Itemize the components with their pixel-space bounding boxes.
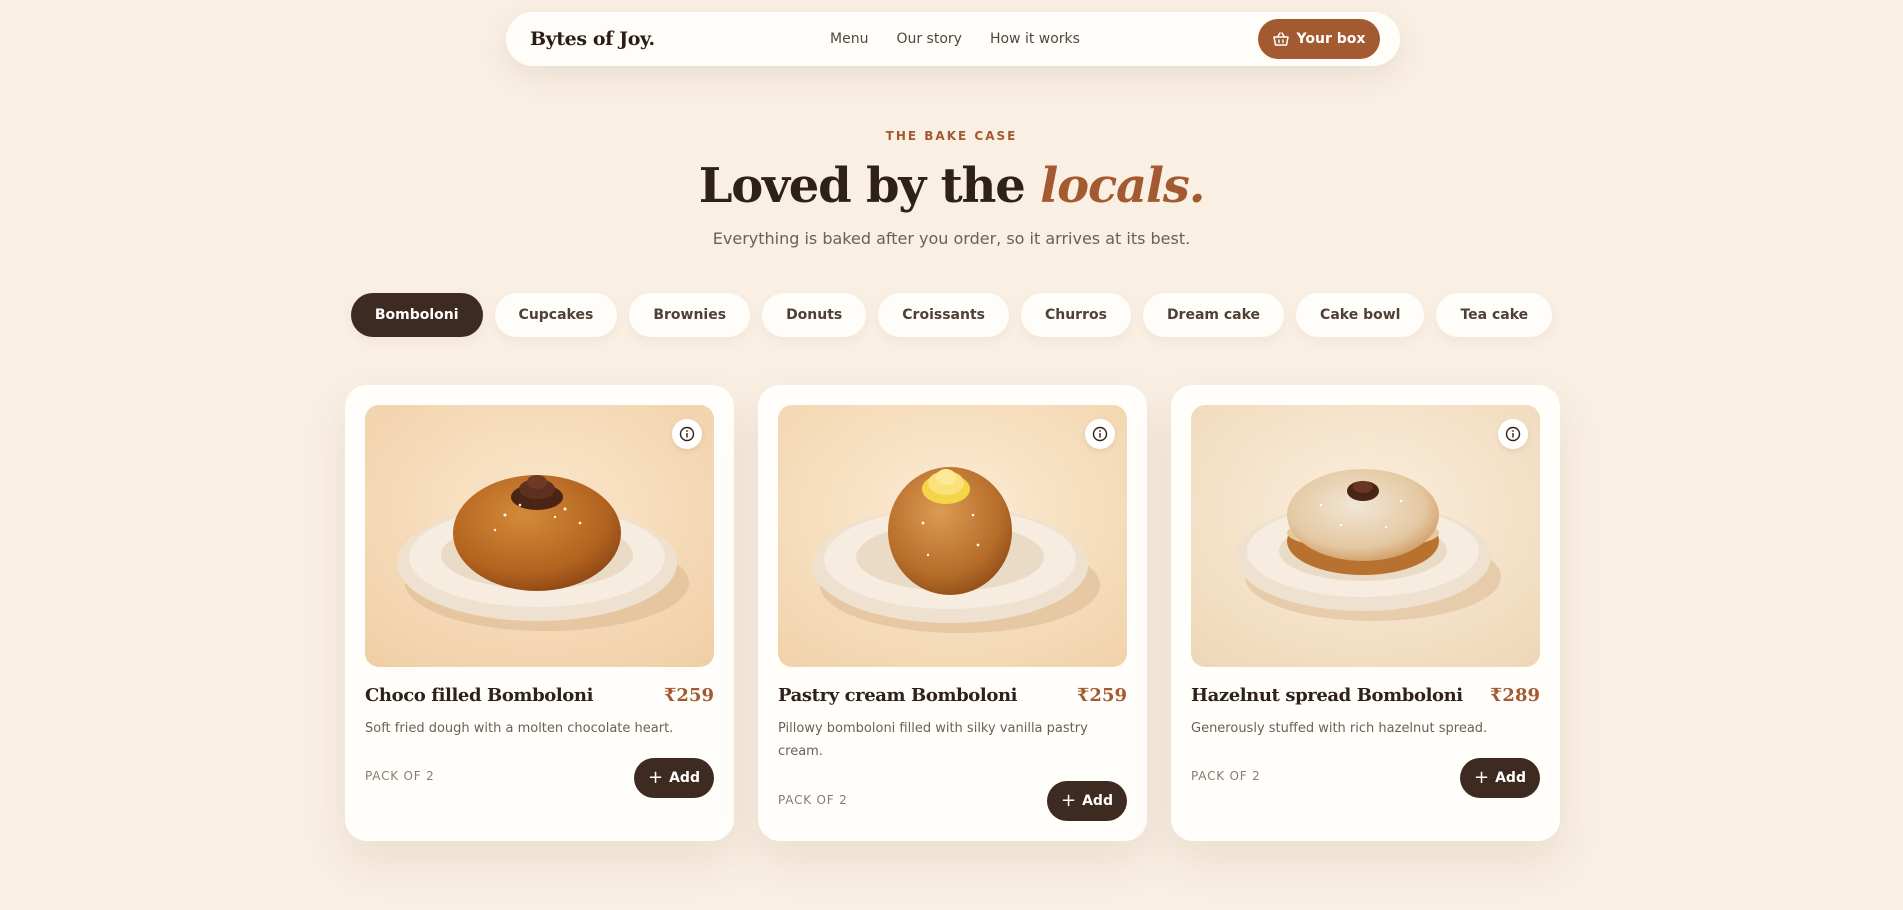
product-price: ₹259 [663, 685, 714, 706]
page-subtitle: Everything is baked after you order, so … [712, 229, 1191, 248]
plus-icon: + [1061, 790, 1077, 811]
product-title: Choco filled Bomboloni [365, 685, 594, 706]
page-title: Loved by the locals. [0, 154, 1903, 218]
info-button[interactable] [1085, 419, 1115, 449]
add-button-label: Add [1495, 770, 1526, 786]
basket-icon [1272, 32, 1289, 46]
product-card[interactable]: Pastry cream Bomboloni ₹259 Pillowy bomb… [758, 385, 1147, 841]
product-title: Pastry cream Bomboloni [778, 685, 1018, 706]
product-description: Generously stuffed with rich hazelnut sp… [1191, 721, 1488, 736]
headline-accent: locals. [1040, 158, 1205, 214]
section-eyebrow: THE BAKE CASE [885, 129, 1018, 143]
product-image[interactable] [365, 405, 714, 667]
info-button[interactable] [672, 419, 702, 449]
info-icon [1092, 426, 1108, 442]
filter-chip-cake-bowl[interactable]: Cake bowl [1296, 293, 1425, 337]
add-to-box-button[interactable]: + Add [1460, 758, 1540, 798]
info-button[interactable] [1498, 419, 1528, 449]
category-filter-bar: Bomboloni Cupcakes Brownies Donuts Crois… [0, 293, 1903, 337]
filter-chip-cupcakes[interactable]: Cupcakes [494, 293, 618, 337]
product-image[interactable] [1191, 405, 1540, 667]
add-button-label: Add [1082, 793, 1113, 809]
headline-main: Loved by the [698, 158, 1041, 214]
pack-size-label: PACK OF 2 [365, 769, 435, 783]
filter-chip-tea-cake[interactable]: Tea cake [1436, 293, 1553, 337]
product-card[interactable]: Hazelnut spread Bomboloni ₹289 Generousl… [1171, 385, 1560, 841]
info-icon [679, 426, 695, 442]
plus-icon: + [648, 767, 664, 788]
filter-chip-churros[interactable]: Churros [1020, 293, 1131, 337]
your-box-label: Your box [1296, 31, 1366, 47]
info-icon [1505, 426, 1521, 442]
pack-size-label: PACK OF 2 [778, 793, 848, 807]
add-button-label: Add [669, 770, 700, 786]
product-title: Hazelnut spread Bomboloni [1191, 685, 1463, 706]
top-navbar: Bytes of Joy. Menu Our story How it work… [506, 12, 1400, 66]
nav-link-our-story[interactable]: Our story [896, 31, 962, 47]
nav-link-menu[interactable]: Menu [830, 31, 868, 47]
filter-chip-donuts[interactable]: Donuts [762, 293, 867, 337]
filter-chip-croissants[interactable]: Croissants [878, 293, 1009, 337]
add-to-box-button[interactable]: + Add [634, 758, 714, 798]
filter-chip-brownies[interactable]: Brownies [629, 293, 751, 337]
product-card[interactable]: Choco filled Bomboloni ₹259 Soft fried d… [345, 385, 734, 841]
product-image[interactable] [778, 405, 1127, 667]
product-price: ₹259 [1076, 685, 1127, 706]
brand-logo[interactable]: Bytes of Joy. [530, 12, 655, 66]
pack-size-label: PACK OF 2 [1191, 769, 1261, 783]
nav-link-how-it-works[interactable]: How it works [990, 31, 1080, 47]
product-description: Soft fried dough with a molten chocolate… [365, 721, 674, 736]
filter-chip-bomboloni[interactable]: Bomboloni [350, 293, 483, 337]
product-price: ₹289 [1489, 685, 1540, 706]
your-box-button[interactable]: Your box [1258, 19, 1380, 59]
filter-chip-dream-cake[interactable]: Dream cake [1142, 293, 1285, 337]
nav-links: Menu Our story How it works [830, 12, 1080, 66]
add-to-box-button[interactable]: + Add [1047, 781, 1127, 821]
plus-icon: + [1474, 767, 1490, 788]
product-description: Pillowy bomboloni filled with silky vani… [778, 721, 1088, 759]
